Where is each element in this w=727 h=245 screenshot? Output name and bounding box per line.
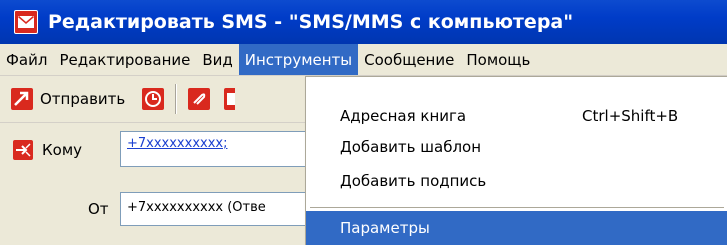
clock-icon xyxy=(141,87,165,111)
toolbar-separator xyxy=(175,84,178,114)
attach-icon xyxy=(187,87,211,111)
title-bar[interactable]: Редактировать SMS - "SMS/MMS с компьютер… xyxy=(0,0,727,44)
schedule-button[interactable] xyxy=(141,81,165,117)
from-label: От xyxy=(88,200,109,218)
envelope-icon xyxy=(14,10,38,34)
menu-view[interactable]: Вид xyxy=(196,44,238,75)
tools-menu-dropdown: Адресная книга Ctrl+Shift+B Добавить шаб… xyxy=(305,76,727,245)
attach-button[interactable] xyxy=(187,81,211,117)
menu-separator xyxy=(310,207,724,208)
from-field[interactable]: +7xxxxxxxxxx (Отве xyxy=(120,192,312,226)
address-book-shortcut: Ctrl+Shift+B xyxy=(582,107,679,125)
menu-help[interactable]: Помощь xyxy=(460,44,536,75)
template-icon xyxy=(223,87,236,111)
address-book-label: Адресная книга xyxy=(340,107,467,125)
add-template-label: Добавить шаблон xyxy=(340,138,482,156)
from-row: От +7xxxxxxxxxx (Отве xyxy=(0,180,312,245)
menu-bar: Файл Редактирование Вид Инструменты Сооб… xyxy=(0,44,727,76)
sms-editor-window: Редактировать SMS - "SMS/MMS с компьютер… xyxy=(0,0,727,245)
menu-edit[interactable]: Редактирование xyxy=(53,44,196,75)
toolbar: Отправить xyxy=(0,76,310,123)
send-icon xyxy=(10,87,34,111)
menu-item-address-book[interactable]: Адресная книга Ctrl+Shift+B xyxy=(306,99,727,133)
to-field[interactable]: +7xxxxxxxxxx; xyxy=(120,131,312,167)
menu-item-add-signature[interactable]: Добавить подпись xyxy=(306,164,727,198)
contacts-icon[interactable] xyxy=(12,139,34,161)
menu-file[interactable]: Файл xyxy=(0,44,53,75)
send-button[interactable]: Отправить xyxy=(10,81,125,117)
to-row: Кому +7xxxxxxxxxx; xyxy=(0,123,312,179)
menu-item-add-template[interactable]: Добавить шаблон xyxy=(306,130,727,164)
window-title: Редактировать SMS - "SMS/MMS с компьютер… xyxy=(48,11,574,33)
menu-item-settings[interactable]: Параметры xyxy=(306,211,727,245)
to-label: Кому xyxy=(42,141,83,159)
from-value: +7xxxxxxxxxx (Отве xyxy=(127,200,266,215)
menu-tools[interactable]: Инструменты xyxy=(238,44,359,75)
add-signature-label: Добавить подпись xyxy=(340,172,487,190)
send-button-label: Отправить xyxy=(40,90,126,108)
to-recipient[interactable]: +7xxxxxxxxxx; xyxy=(127,136,227,151)
template-button[interactable] xyxy=(223,81,236,117)
settings-label: Параметры xyxy=(340,219,430,237)
menu-message[interactable]: Сообщение xyxy=(358,44,460,75)
